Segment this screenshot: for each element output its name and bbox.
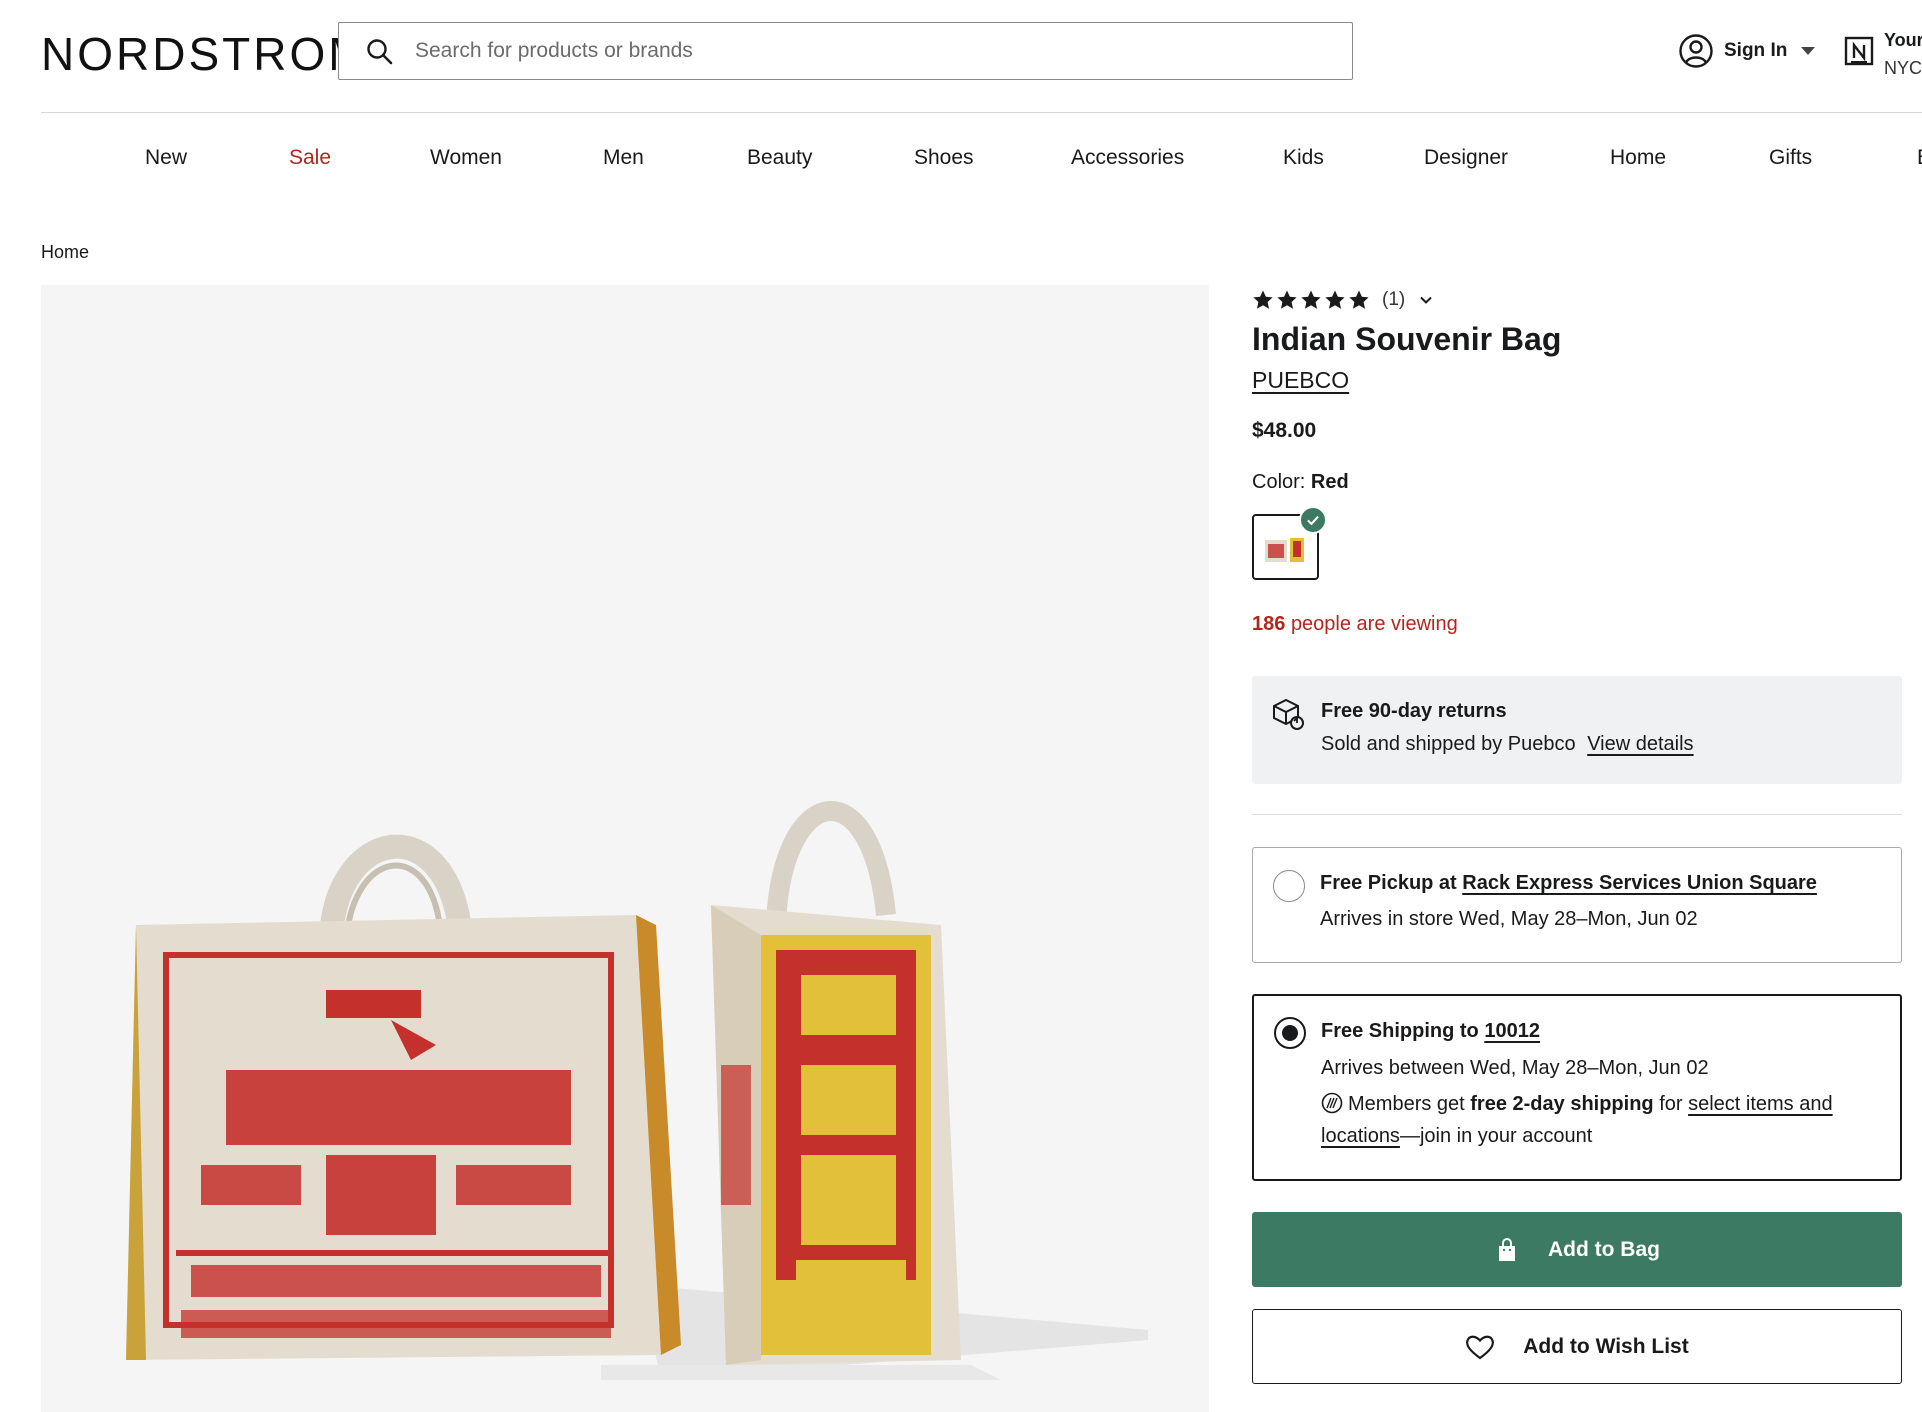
nav-item-designer[interactable]: Designer: [1424, 146, 1508, 170]
nav-item-truncated[interactable]: B: [1917, 146, 1922, 170]
account-icon: [1679, 34, 1713, 68]
store-text: Your NYC: [1884, 26, 1922, 82]
nav-item-accessories[interactable]: Accessories: [1071, 146, 1184, 170]
site-header: NORDSTROM Sign In Your NYC: [0, 0, 1922, 113]
color-swatch-red[interactable]: [1252, 506, 1327, 580]
product-image[interactable]: [41, 285, 1209, 1412]
add-to-wish-list-button[interactable]: Add to Wish List: [1252, 1309, 1902, 1384]
category-nav: New Sale Women Men Beauty Shoes Accessor…: [0, 140, 1922, 180]
nav-item-men[interactable]: Men: [603, 146, 644, 170]
add-to-bag-button[interactable]: Add to Bag: [1252, 1212, 1902, 1287]
shipping-prefix: Free Shipping to: [1321, 1020, 1485, 1042]
swatch-thumbnail: [1265, 538, 1304, 562]
pickup-prefix: Free Pickup at: [1320, 872, 1463, 894]
color-label-text: Color:: [1252, 471, 1306, 493]
members-mid: for: [1653, 1093, 1689, 1115]
breadcrumb: Home: [41, 242, 89, 263]
search-input[interactable]: [415, 31, 1315, 71]
nordy-club-icon: [1321, 1092, 1343, 1114]
product-price: $48.00: [1252, 419, 1317, 442]
nav-item-home[interactable]: Home: [1610, 146, 1666, 170]
selected-check-icon: [1299, 506, 1327, 534]
viewing-text: people are viewing: [1290, 613, 1458, 635]
sold-by-text: Sold and shipped by Puebco: [1321, 733, 1576, 755]
members-shipping-note: Members get free 2-day shipping for sele…: [1321, 1088, 1881, 1152]
pickup-radio[interactable]: [1273, 870, 1305, 902]
chevron-down-icon: [1420, 296, 1432, 304]
returns-panel: Free 90-day returns Sold and shipped by …: [1252, 676, 1902, 784]
shipping-arrival: Arrives between Wed, May 28–Mon, Jun 02: [1321, 1057, 1709, 1079]
store-icon: [1844, 36, 1874, 66]
star-icon: [1253, 290, 1273, 309]
nav-item-sale[interactable]: Sale: [289, 146, 331, 170]
store-location: NYC: [1884, 58, 1922, 78]
nav-item-women[interactable]: Women: [430, 146, 502, 170]
section-divider: [1252, 814, 1902, 815]
shipping-title: Free Shipping to 10012: [1321, 1020, 1540, 1043]
shopping-bag-icon: [1499, 1237, 1515, 1261]
brand-link[interactable]: PUEBCO: [1252, 367, 1349, 394]
sold-by-line: Sold and shipped by Puebco View details: [1321, 733, 1694, 756]
heart-icon: [1466, 1335, 1495, 1359]
view-details-link[interactable]: View details: [1587, 733, 1693, 755]
rating-summary[interactable]: (1): [1252, 289, 1433, 311]
rating-count: (1): [1382, 289, 1406, 310]
color-value: Red: [1310, 471, 1349, 493]
members-bold: free 2-day shipping: [1470, 1093, 1654, 1115]
pickup-arrival: Arrives in store Wed, May 28–Mon, Jun 02: [1320, 908, 1698, 930]
nav-item-kids[interactable]: Kids: [1283, 146, 1324, 170]
returns-title: Free 90-day returns: [1321, 700, 1507, 722]
add-to-bag-label: Add to Bag: [1548, 1237, 1660, 1261]
star-icon: [1277, 290, 1297, 309]
header-divider: [41, 112, 1922, 113]
star-icon: [1325, 290, 1345, 309]
nav-item-beauty[interactable]: Beauty: [747, 146, 812, 170]
nordstrom-logo[interactable]: NORDSTROM: [41, 28, 370, 80]
nav-item-gifts[interactable]: Gifts: [1769, 146, 1812, 170]
pickup-store-link[interactable]: Rack Express Services Union Square: [1462, 872, 1817, 894]
search-icon: [367, 39, 393, 65]
product-title: Indian Souvenir Bag: [1252, 321, 1562, 357]
shipping-option[interactable]: Free Shipping to 10012 Arrives between W…: [1252, 994, 1902, 1181]
breadcrumb-home-link[interactable]: Home: [41, 242, 89, 262]
nav-item-shoes[interactable]: Shoes: [914, 146, 974, 170]
star-icon: [1349, 290, 1369, 309]
pickup-option[interactable]: Free Pickup at Rack Express Services Uni…: [1252, 847, 1902, 963]
shipping-radio[interactable]: [1274, 1017, 1306, 1049]
search-bar[interactable]: [338, 22, 1353, 80]
shipping-zip-link[interactable]: 10012: [1484, 1020, 1540, 1042]
rating-stars: [1252, 289, 1370, 311]
returns-box-icon: [1273, 698, 1304, 730]
color-label: Color: Red: [1252, 471, 1349, 494]
star-icon: [1301, 290, 1321, 309]
members-prefix: Members get: [1348, 1093, 1471, 1115]
members-suffix: —join in your account: [1399, 1125, 1593, 1147]
viewing-count: 186 people are viewing: [1252, 613, 1458, 636]
viewing-number: 186: [1252, 613, 1286, 635]
sign-in-button[interactable]: Sign In: [1678, 32, 1816, 70]
nav-item-new[interactable]: New: [145, 146, 187, 170]
caret-down-icon: [1801, 47, 1816, 55]
store-selector[interactable]: Your NYC: [1844, 26, 1922, 82]
pickup-title: Free Pickup at Rack Express Services Uni…: [1320, 872, 1817, 895]
product-photo: [126, 801, 1148, 1380]
store-label: Your: [1884, 30, 1922, 50]
add-to-wish-list-label: Add to Wish List: [1523, 1334, 1689, 1358]
sign-in-label: Sign In: [1724, 40, 1788, 61]
